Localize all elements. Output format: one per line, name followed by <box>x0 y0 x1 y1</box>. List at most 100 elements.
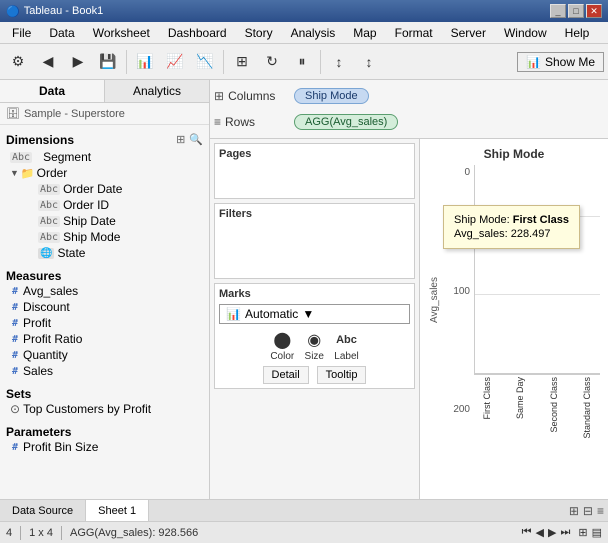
list-item[interactable]: Abc Ship Mode <box>6 229 203 245</box>
marks-tooltip-button[interactable]: Tooltip <box>317 366 367 384</box>
menu-data[interactable]: Data <box>41 24 82 42</box>
menu-window[interactable]: Window <box>496 24 555 42</box>
toolbar-forward-button[interactable]: ▶ <box>64 48 92 76</box>
menu-server[interactable]: Server <box>443 24 494 42</box>
list-item[interactable]: # Profit Ratio <box>6 331 203 347</box>
menu-help[interactable]: Help <box>557 24 598 42</box>
marks-detail-button[interactable]: Detail <box>263 366 309 384</box>
toolbar-chart2-button[interactable]: 📈 <box>161 48 189 76</box>
menu-dashboard[interactable]: Dashboard <box>160 24 235 42</box>
chart-tooltip: Ship Mode: First Class Avg_sales: 228.49… <box>443 205 580 249</box>
close-button[interactable]: ✕ <box>586 4 602 18</box>
status-sep-1 <box>20 526 21 540</box>
toolbar-chart3-button[interactable]: 📉 <box>191 48 219 76</box>
dim-name: Order <box>37 166 68 180</box>
marks-title: Marks <box>219 288 410 300</box>
database-icon: 🗄 <box>6 107 20 120</box>
set-name: Top Customers by Profit <box>23 402 151 416</box>
view-grid-icon[interactable]: ⊞ <box>578 526 587 539</box>
y-axis-wrapper: Avg_sales <box>428 165 444 435</box>
list-item[interactable]: 🌐 State <box>6 245 203 261</box>
tab-datasource[interactable]: Data Source <box>0 500 86 521</box>
rows-shelf: ≡ Rows AGG(Avg_sales) <box>214 110 604 134</box>
menu-bar: File Data Worksheet Dashboard Story Anal… <box>0 22 608 44</box>
list-item[interactable]: # Sales <box>6 363 203 379</box>
menu-story[interactable]: Story <box>237 24 281 42</box>
color-label: Color <box>270 351 294 362</box>
marks-size-button[interactable]: ◉ Size <box>302 330 326 362</box>
dim-grid-icon[interactable]: ⊞ <box>176 133 185 146</box>
maximize-button[interactable]: □ <box>568 4 584 18</box>
status-sep-2 <box>61 526 62 540</box>
list-item[interactable]: Abc Order ID <box>6 197 203 213</box>
dim-search-icon[interactable]: 🔍 <box>189 133 203 146</box>
toolbar-refresh-button[interactable]: ↻ <box>258 48 286 76</box>
new-sheet-icon[interactable]: ⊞ <box>569 504 579 518</box>
sets-label: Sets <box>6 383 31 403</box>
new-dashboard-icon[interactable]: ⊟ <box>583 504 593 518</box>
menu-format[interactable]: Format <box>387 24 441 42</box>
tab-analytics[interactable]: Analytics <box>105 80 209 102</box>
menu-analysis[interactable]: Analysis <box>283 24 344 42</box>
toolbar-new-button[interactable]: ⚙ <box>4 48 32 76</box>
toolbar-save-button[interactable]: 💾 <box>94 48 122 76</box>
list-item[interactable]: Abc Ship Date <box>6 213 203 229</box>
toolbar-back-button[interactable]: ◀ <box>34 48 62 76</box>
list-item[interactable]: # Quantity <box>6 347 203 363</box>
toolbar-sort1-button[interactable]: ↕ <box>325 48 353 76</box>
panel-scroll: Dimensions ⊞ 🔍 Abc Segment ▼ 📁 Order <box>0 125 209 499</box>
globe-icon: 🌐 <box>38 248 54 259</box>
nav-last-icon[interactable]: ⏭ <box>560 526 570 539</box>
toolbar-sort2-button[interactable]: ↕ <box>355 48 383 76</box>
separator-3 <box>320 50 321 74</box>
list-item[interactable]: # Avg_sales <box>6 283 203 299</box>
list-item[interactable]: Abc Order Date <box>6 181 203 197</box>
measure-name: Quantity <box>23 348 68 362</box>
list-item[interactable]: ⊙ Top Customers by Profit <box>6 401 203 417</box>
chart-title: Ship Mode <box>428 147 600 161</box>
list-item[interactable]: Abc Segment <box>6 149 203 165</box>
toolbar-filter-button[interactable]: ⊞ <box>228 48 256 76</box>
hash-badge: # <box>10 302 20 313</box>
toolbar-pause-button[interactable]: ⏸ <box>288 48 316 76</box>
menu-map[interactable]: Map <box>345 24 384 42</box>
show-me-button[interactable]: 📊 Show Me <box>517 52 604 72</box>
chart-wrapper: Avg_sales 200 100 0 <box>428 165 600 435</box>
nav-next-icon[interactable]: ▶ <box>548 526 556 539</box>
nav-prev-icon[interactable]: ◀ <box>536 526 544 539</box>
filters-content[interactable] <box>219 224 410 274</box>
view-list-icon[interactable]: ▤ <box>592 526 602 539</box>
columns-pill[interactable]: Ship Mode <box>294 88 369 104</box>
marks-color-button[interactable]: ⬤ Color <box>270 330 294 362</box>
agg-value: AGG(Avg_sales): 928.566 <box>70 527 198 539</box>
filters-title: Filters <box>219 208 410 220</box>
menu-file[interactable]: File <box>4 24 39 42</box>
list-item[interactable]: # Profit <box>6 315 203 331</box>
dim-name: Order Date <box>63 182 122 196</box>
toolbar-chart1-button[interactable]: 📊 <box>131 48 159 76</box>
show-me-label: Show Me <box>545 55 595 69</box>
menu-worksheet[interactable]: Worksheet <box>85 24 158 42</box>
window-controls[interactable]: _ □ ✕ <box>550 4 602 18</box>
tab-data[interactable]: Data <box>0 80 105 102</box>
minimize-button[interactable]: _ <box>550 4 566 18</box>
dimensions-label: Dimensions <box>6 129 74 149</box>
marks-label-button[interactable]: Abc Label <box>334 330 358 362</box>
list-item[interactable]: ▼ 📁 Order <box>6 165 203 181</box>
status-dimensions: 1 x 4 <box>29 527 53 539</box>
tab-sheet1[interactable]: Sheet 1 <box>86 500 149 521</box>
new-story-icon[interactable]: ≡ <box>597 504 604 518</box>
nav-first-icon[interactable]: ⏮ <box>522 526 532 539</box>
rows-pill[interactable]: AGG(Avg_sales) <box>294 114 398 130</box>
marks-type-dropdown[interactable]: 📊 Automatic ▼ <box>219 304 410 324</box>
marks-type-label: Automatic <box>245 307 298 321</box>
tooltip-shipmode-value: First Class <box>513 214 569 226</box>
hash-badge: # <box>10 350 20 361</box>
filters-card: Filters <box>214 203 415 279</box>
status-right: ⏮ ◀ ▶ ⏭ ⊞ ▤ <box>522 526 602 539</box>
marks-icons-row: ⬤ Color ◉ Size Abc Label <box>219 330 410 362</box>
list-item[interactable]: # Profit Bin Size <box>6 439 203 455</box>
hash-badge: # <box>10 286 20 297</box>
list-item[interactable]: # Discount <box>6 299 203 315</box>
pages-content[interactable] <box>219 164 410 194</box>
